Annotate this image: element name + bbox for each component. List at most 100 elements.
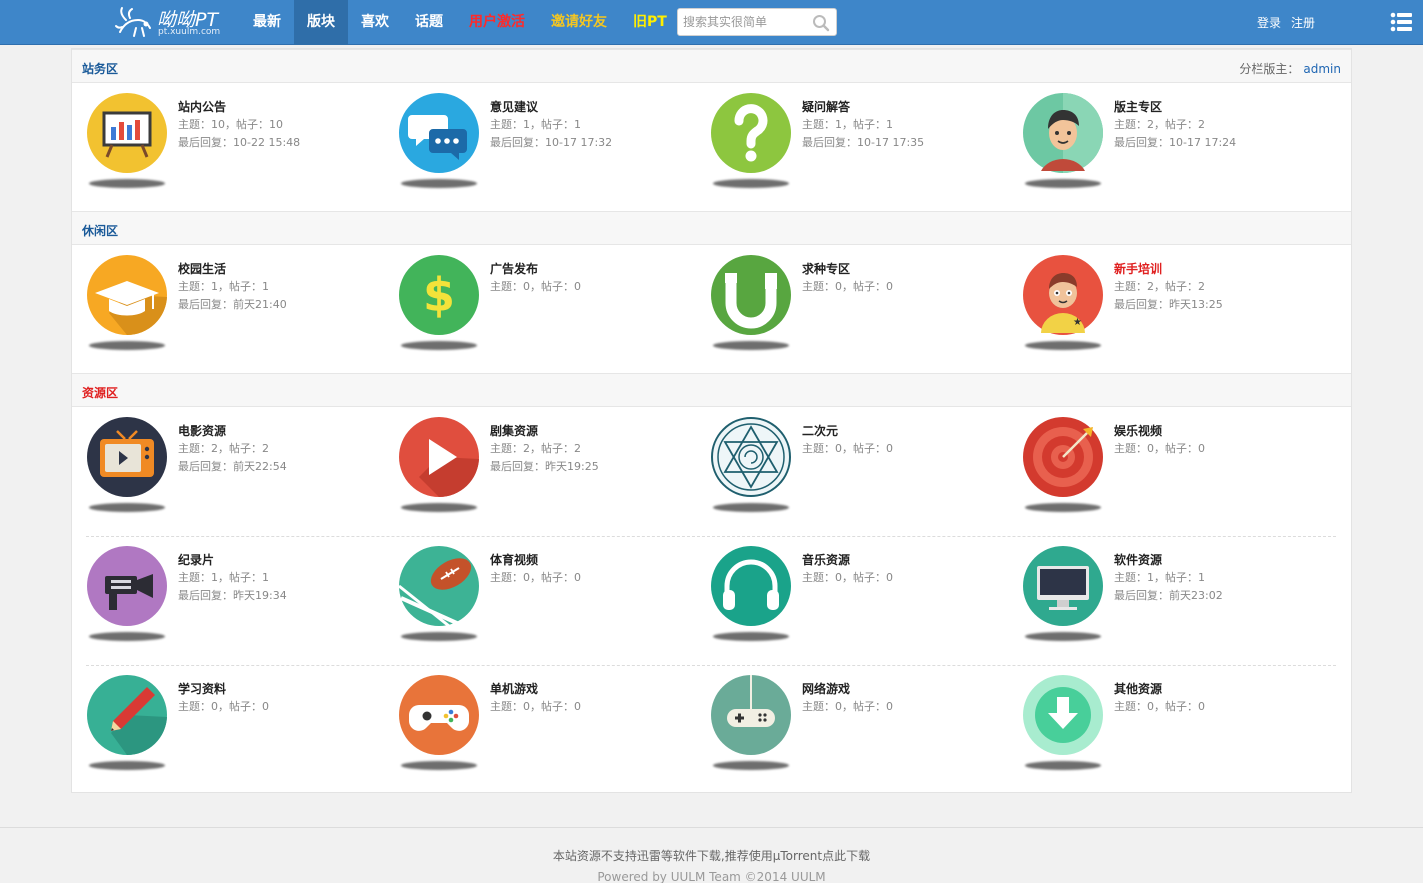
moderator-label: 分栏版主： [1239, 62, 1300, 76]
forum-stats: 主题：0，帖子：0 [1114, 442, 1205, 455]
forum-name[interactable]: 广告发布 [490, 260, 538, 277]
forum-name[interactable]: 娱乐视频 [1114, 422, 1162, 439]
forum-name[interactable]: 其他资源 [1114, 680, 1162, 697]
forum-item[interactable]: 其他资源 主题：0，帖子：0 [1023, 675, 1323, 785]
forum-item[interactable]: $ 广告发布 主题：0，帖子：0 [399, 255, 699, 365]
forum-stats: 主题：10，帖子：10 [178, 118, 283, 131]
download-notice-link[interactable]: 本站资源不支持迅雷等软件下载,推荐使用μTorrent点此下载 [0, 847, 1423, 864]
forum-stats: 主题：1，帖子：1 [802, 118, 893, 131]
forum-stats: 主题：0，帖子：0 [802, 700, 893, 713]
search-box [677, 8, 837, 36]
forum-item[interactable]: 站内公告 主题：10，帖子：10 最后回复：10-22 15:48 [87, 93, 387, 203]
section-title[interactable]: 资源区 [82, 384, 118, 401]
nav-user-activation[interactable]: 用户激活 [456, 0, 538, 45]
icon-shadow [1025, 632, 1101, 641]
forum-item[interactable]: 疑问解答 主题：1，帖子：1 最后回复：10-17 17:35 [711, 93, 1011, 203]
forum-name[interactable]: 二次元 [802, 422, 838, 439]
moderator-avatar-icon [1023, 93, 1103, 173]
svg-text:$: $ [423, 268, 455, 322]
forum-item[interactable]: 纪录片 主题：1，帖子：1 最后回复：昨天19:34 [87, 546, 387, 656]
forum-name[interactable]: 音乐资源 [802, 551, 850, 568]
forum-name[interactable]: 新手培训 [1114, 260, 1162, 277]
forum-stats: 主题：0，帖子：0 [802, 280, 893, 293]
forum-name[interactable]: 版主专区 [1114, 98, 1162, 115]
forum-item[interactable]: 娱乐视频 主题：0，帖子：0 [1023, 417, 1323, 527]
forum-last-reply: 最后回复：昨天13:25 [1114, 298, 1223, 311]
forum-item[interactable]: 二次元 主题：0，帖子：0 [711, 417, 1011, 527]
icon-shadow [401, 632, 477, 641]
top-navbar: 呦呦PT pt.xuulm.com 最新 版块 喜欢 话题 用户激活 邀请好友 … [0, 0, 1423, 45]
tv-icon [87, 417, 167, 497]
forum-stats: 主题：0，帖子：0 [1114, 700, 1205, 713]
nav-latest[interactable]: 最新 [240, 0, 294, 45]
icon-shadow [89, 632, 165, 641]
forum-item[interactable]: 版主专区 主题：2，帖子：2 最后回复：10-17 17:24 [1023, 93, 1323, 203]
forum-last-reply: 最后回复：昨天19:34 [178, 589, 287, 602]
nav-boards[interactable]: 版块 [294, 0, 348, 45]
main-nav: 最新 版块 喜欢 话题 用户激活 邀请好友 旧PT [240, 0, 680, 45]
page-footer: 本站资源不支持迅雷等软件下载,推荐使用μTorrent点此下载 Powered … [0, 827, 1423, 883]
forum-item[interactable]: ★ 新手培训 主题：2，帖子：2 最后回复：昨天13:25 [1023, 255, 1323, 365]
download-icon [1023, 675, 1103, 755]
forum-name[interactable]: 学习资料 [178, 680, 226, 697]
nav-topics[interactable]: 话题 [402, 0, 456, 45]
controller-icon [711, 675, 791, 755]
forum-item[interactable]: 学习资料 主题：0，帖子：0 [87, 675, 387, 785]
copyright-text: Powered by UULM Team ©2014 UULM [597, 870, 826, 883]
icon-shadow [713, 632, 789, 641]
section-title[interactable]: 站务区 [82, 60, 118, 77]
nav-invite-friends[interactable]: 邀请好友 [538, 0, 620, 45]
forum-name[interactable]: 纪录片 [178, 551, 214, 568]
section-title[interactable]: 休闲区 [82, 222, 118, 239]
login-link[interactable]: 登录 [1257, 14, 1281, 31]
forum-last-reply: 最后回复：10-17 17:35 [802, 136, 925, 149]
section-header-leisure: 休闲区 [72, 211, 1351, 245]
forum-item[interactable]: 校园生活 主题：1，帖子：1 最后回复：前天21:40 [87, 255, 387, 365]
register-link[interactable]: 注册 [1291, 14, 1315, 31]
forum-item[interactable]: 剧集资源 主题：2，帖子：2 最后回复：昨天19:25 [399, 417, 699, 527]
nav-old-pt[interactable]: 旧PT [620, 0, 680, 45]
forum-name[interactable]: 剧集资源 [490, 422, 538, 439]
icon-shadow [401, 179, 477, 188]
forum-item[interactable]: 单机游戏 主题：0，帖子：0 [399, 675, 699, 785]
forum-stats: 主题：2，帖子：2 [1114, 118, 1205, 131]
dollar-icon: $ [399, 255, 479, 335]
nav-favorites[interactable]: 喜欢 [348, 0, 402, 45]
forum-item[interactable]: 软件资源 主题：1，帖子：1 最后回复：前天23:02 [1023, 546, 1323, 656]
icon-shadow [89, 761, 165, 770]
forum-item[interactable]: 电影资源 主题：2，帖子：2 最后回复：前天22:54 [87, 417, 387, 527]
forum-name[interactable]: 站内公告 [178, 98, 226, 115]
forum-item[interactable]: 体育视频 主题：0，帖子：0 [399, 546, 699, 656]
forum-item[interactable]: 意见建议 主题：1，帖子：1 最后回复：10-17 17:32 [399, 93, 699, 203]
forum-last-reply: 最后回复：前天21:40 [178, 298, 287, 311]
forum-stats: 主题：2，帖子：2 [178, 442, 269, 455]
forum-name[interactable]: 意见建议 [490, 98, 538, 115]
headphones-icon [711, 546, 791, 626]
search-icon[interactable] [812, 14, 830, 32]
forum-name[interactable]: 电影资源 [178, 422, 226, 439]
forum-name[interactable]: 疑问解答 [802, 98, 850, 115]
forum-last-reply: 最后回复：昨天19:25 [490, 460, 599, 473]
forum-item[interactable]: 求种专区 主题：0，帖子：0 [711, 255, 1011, 365]
forum-item[interactable]: 网络游戏 主题：0，帖子：0 [711, 675, 1011, 785]
icon-shadow [1025, 341, 1101, 350]
forum-item[interactable]: 音乐资源 主题：0，帖子：0 [711, 546, 1011, 656]
forum-name[interactable]: 单机游戏 [490, 680, 538, 697]
list-menu-icon[interactable] [1390, 11, 1412, 33]
icon-shadow [401, 761, 477, 770]
forum-stats: 主题：2，帖子：2 [490, 442, 581, 455]
utorrent-icon [711, 255, 791, 335]
forum-name[interactable]: 校园生活 [178, 260, 226, 277]
forum-name[interactable]: 网络游戏 [802, 680, 850, 697]
moderator-link[interactable]: admin [1303, 62, 1341, 76]
forum-stats: 主题：1，帖子：1 [178, 280, 269, 293]
site-logo[interactable]: 呦呦PT pt.xuulm.com [112, 4, 232, 40]
icon-shadow [713, 503, 789, 512]
icon-shadow [401, 341, 477, 350]
forum-name[interactable]: 软件资源 [1114, 551, 1162, 568]
icon-shadow [1025, 761, 1101, 770]
forum-name[interactable]: 体育视频 [490, 551, 538, 568]
search-input[interactable] [678, 9, 808, 35]
forum-name[interactable]: 求种专区 [802, 260, 850, 277]
forum-stats: 主题：0，帖子：0 [490, 280, 581, 293]
